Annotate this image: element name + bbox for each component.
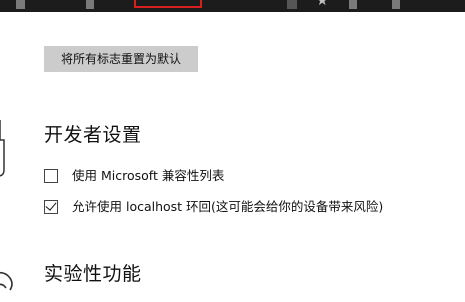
favorites-star-icon[interactable]: ★: [316, 0, 329, 8]
ms-compat-list-checkbox[interactable]: [44, 169, 58, 183]
toolbar-icon[interactable]: [86, 0, 94, 9]
localhost-loopback-option[interactable]: 允许使用 localhost 环回(这可能会给你的设备带来风险): [44, 198, 383, 216]
toolbar-icon[interactable]: [16, 0, 25, 9]
reading-view-icon[interactable]: [287, 0, 297, 9]
experimental-features-heading: 实验性功能: [44, 263, 142, 285]
experimental-features-icon: [0, 271, 13, 291]
localhost-loopback-label: 允许使用 localhost 环回(这可能会给你的设备带来风险): [72, 199, 384, 214]
checkmark-icon: [45, 199, 57, 211]
top-toolbar: ★: [0, 0, 465, 12]
reset-flags-button[interactable]: 将所有标志重置为默认: [44, 46, 198, 72]
toolbar-icon[interactable]: [392, 0, 400, 9]
developer-settings-heading: 开发者设置: [44, 124, 142, 146]
ms-compat-list-option[interactable]: 使用 Microsoft 兼容性列表: [44, 167, 224, 185]
focused-toolbar-element[interactable]: [134, 0, 202, 8]
ms-compat-list-label: 使用 Microsoft 兼容性列表: [72, 168, 225, 183]
toolbar-icon[interactable]: [349, 0, 357, 9]
developer-tools-icon: [0, 120, 5, 177]
localhost-loopback-checkbox[interactable]: [44, 199, 58, 214]
